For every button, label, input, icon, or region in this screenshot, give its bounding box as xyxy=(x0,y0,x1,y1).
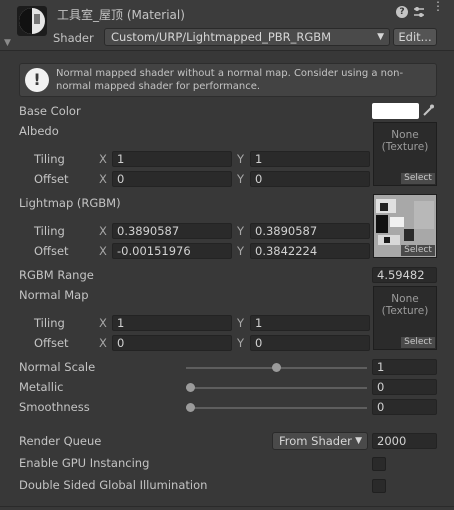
albedo-tiling-y-label: Y xyxy=(237,152,245,166)
albedo-offset-y-label: Y xyxy=(237,172,245,186)
bottom-divider xyxy=(0,506,454,507)
shader-label: Shader xyxy=(53,31,94,45)
albedo-offset-label: Offset xyxy=(34,172,69,186)
normal-tiling-y-label: Y xyxy=(237,316,245,330)
smoothness-slider-track[interactable] xyxy=(186,407,367,409)
double-sided-gi-label: Double Sided Global Illumination xyxy=(19,478,208,492)
eyedropper-icon[interactable] xyxy=(421,103,435,120)
more-options-icon[interactable]: ⋮ xyxy=(432,0,444,12)
settings-sliders-icon[interactable] xyxy=(412,5,426,22)
lightmap-label: Lightmap (RGBM) xyxy=(19,196,121,210)
normal-tiling-x-label: X xyxy=(99,316,107,330)
albedo-offset-x-field[interactable]: 0 xyxy=(112,171,232,187)
lightmap-texture-slot[interactable]: Select xyxy=(373,194,437,258)
normal-scale-slider-knob[interactable] xyxy=(272,363,281,372)
render-queue-mode: From Shader xyxy=(279,434,352,448)
lightmap-tiling-x-field[interactable]: 0.3890587 xyxy=(112,223,232,239)
edit-shader-button[interactable]: Edit... xyxy=(393,28,437,46)
lightmap-offset-x-field[interactable]: -0.00151976 xyxy=(112,243,232,259)
render-queue-label: Render Queue xyxy=(19,434,102,448)
warning-icon: ! xyxy=(25,68,49,92)
albedo-tiling-label: Tiling xyxy=(34,152,65,166)
normal-scale-field[interactable]: 1 xyxy=(372,359,437,375)
normal-tiling-x-field[interactable]: 1 xyxy=(112,315,232,331)
normal-offset-x-label: X xyxy=(99,336,107,350)
normal-tiling-label: Tiling xyxy=(34,316,65,330)
albedo-offset-x-label: X xyxy=(99,172,107,186)
rgbm-range-field[interactable]: 4.59482 xyxy=(372,267,437,283)
lightmap-tiling-label: Tiling xyxy=(34,224,65,238)
metallic-slider-track[interactable] xyxy=(186,387,367,389)
normal-tiling-y-field[interactable]: 1 xyxy=(250,315,370,331)
lightmap-offset-label: Offset xyxy=(34,244,69,258)
albedo-label: Albedo xyxy=(19,124,59,138)
gpu-instancing-checkbox[interactable] xyxy=(372,457,386,471)
normal-map-texture-none-label: None (Texture) xyxy=(381,293,429,317)
lightmap-offset-y-label: Y xyxy=(237,244,245,258)
material-preview-icon xyxy=(17,6,47,36)
lightmap-offset-y-field[interactable]: 0.3842224 xyxy=(250,243,370,259)
normal-scale-label: Normal Scale xyxy=(19,360,96,374)
albedo-texture-none-label: None (Texture) xyxy=(381,129,429,153)
dropdown-arrow-icon: ▼ xyxy=(355,436,362,446)
help-icon[interactable]: ? xyxy=(396,6,408,18)
base-color-swatch[interactable] xyxy=(372,103,419,119)
shader-dropdown-value: Custom/URP/Lightmapped_PBR_RGBM xyxy=(111,30,332,44)
metallic-label: Metallic xyxy=(19,380,64,394)
gpu-instancing-label: Enable GPU Instancing xyxy=(19,456,150,470)
lightmap-tiling-y-label: Y xyxy=(237,224,245,238)
normal-map-label: Normal Map xyxy=(19,288,89,302)
normal-map-texture-slot[interactable]: None (Texture) Select xyxy=(373,286,437,350)
shader-dropdown[interactable]: Custom/URP/Lightmapped_PBR_RGBM ▼ xyxy=(104,28,390,46)
lightmap-select-button[interactable]: Select xyxy=(401,245,435,256)
lightmap-tiling-y-field[interactable]: 0.3890587 xyxy=(250,223,370,239)
lightmap-offset-x-label: X xyxy=(99,244,107,258)
albedo-select-button[interactable]: Select xyxy=(401,173,435,184)
render-queue-dropdown[interactable]: From Shader ▼ xyxy=(272,432,368,450)
albedo-offset-y-field[interactable]: 0 xyxy=(250,171,370,187)
normal-offset-x-field[interactable]: 0 xyxy=(112,335,232,351)
metallic-slider-knob[interactable] xyxy=(186,383,195,392)
normal-offset-y-label: Y xyxy=(237,336,245,350)
metallic-field[interactable]: 0 xyxy=(372,379,437,395)
dropdown-arrow-icon: ▼ xyxy=(377,32,384,42)
base-color-label: Base Color xyxy=(19,104,81,118)
smoothness-slider-knob[interactable] xyxy=(186,403,195,412)
normal-offset-y-field[interactable]: 0 xyxy=(250,335,370,351)
normal-map-select-button[interactable]: Select xyxy=(401,337,435,348)
lightmap-tiling-x-label: X xyxy=(99,224,107,238)
material-preview-sphere xyxy=(19,8,45,34)
material-title: 工具室_屋顶 (Material) xyxy=(57,8,185,22)
albedo-tiling-y-field[interactable]: 1 xyxy=(250,151,370,167)
albedo-texture-slot[interactable]: None (Texture) Select xyxy=(373,122,437,186)
warning-text: Normal mapped shader without a normal ma… xyxy=(56,68,404,92)
smoothness-label: Smoothness xyxy=(19,400,90,414)
normal-offset-label: Offset xyxy=(34,336,69,350)
warning-help-box: ! Normal mapped shader without a normal … xyxy=(19,63,437,97)
albedo-tiling-x-label: X xyxy=(99,152,107,166)
smoothness-field[interactable]: 0 xyxy=(372,399,437,415)
double-sided-gi-checkbox[interactable] xyxy=(372,479,386,493)
render-queue-field[interactable]: 2000 xyxy=(372,433,437,449)
material-header: ▼ 工具室_屋顶 (Material) ? ⋮ Shader Custom/UR… xyxy=(0,0,454,51)
rgbm-range-label: RGBM Range xyxy=(19,268,94,282)
albedo-tiling-x-field[interactable]: 1 xyxy=(112,151,232,167)
foldout-arrow-icon[interactable]: ▼ xyxy=(4,38,11,48)
